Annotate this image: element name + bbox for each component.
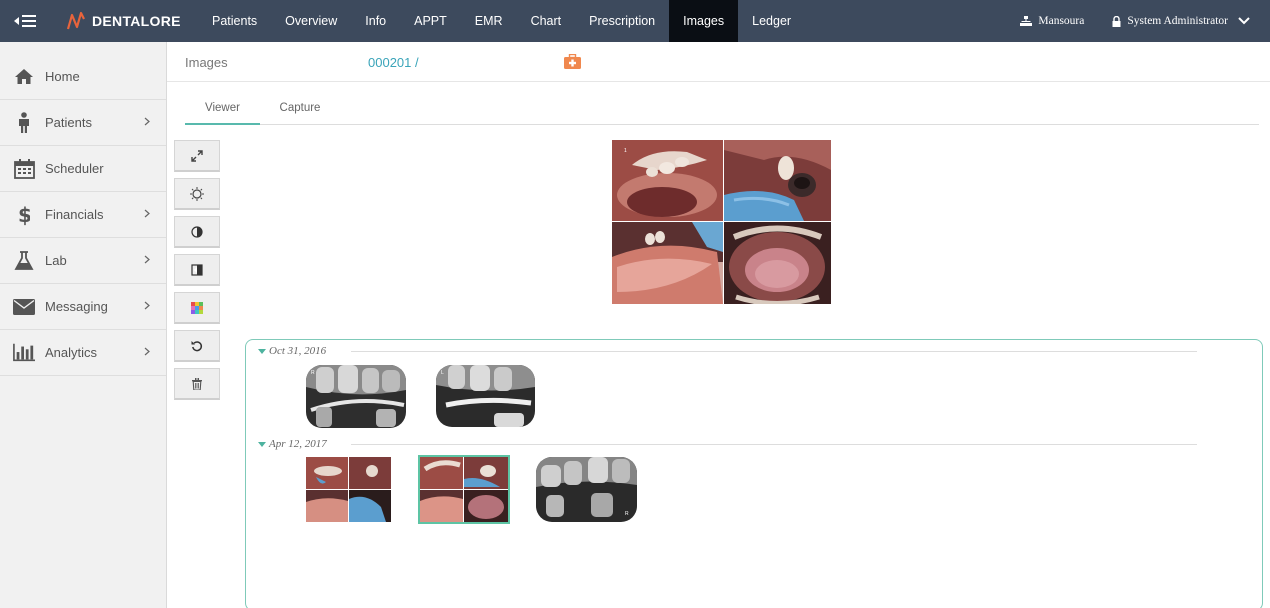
gallery-group-header[interactable]: Apr 12, 2017 xyxy=(258,438,327,450)
gallery-group-date: Apr 12, 2017 xyxy=(269,438,327,450)
nav-tab-appt[interactable]: APPT xyxy=(400,0,461,42)
sidebar-item-label: Home xyxy=(45,69,80,84)
contrast-button[interactable] xyxy=(174,216,220,248)
image-tabs: Viewer Capture xyxy=(185,96,1259,125)
contrast-icon xyxy=(191,225,203,238)
tab-viewer[interactable]: Viewer xyxy=(185,96,260,125)
patient-name-redacted xyxy=(424,51,556,75)
sidebar-item-home[interactable]: Home xyxy=(0,54,166,100)
brightness-icon xyxy=(190,186,204,201)
svg-text:$: $ xyxy=(18,204,30,226)
reset-icon xyxy=(191,340,203,351)
sidebar-item-analytics[interactable]: Analytics xyxy=(0,330,166,376)
user-name: System Administrator xyxy=(1127,15,1228,27)
user-menu[interactable]: System Administrator xyxy=(1112,15,1250,27)
divider xyxy=(351,444,1197,445)
chevron-right-icon xyxy=(144,209,150,218)
invert-icon xyxy=(191,263,203,276)
sidebar-item-scheduler[interactable]: Scheduler xyxy=(0,146,166,192)
nav-tab-info[interactable]: Info xyxy=(351,0,400,42)
gallery-group-header[interactable]: Oct 31, 2016 xyxy=(258,345,326,357)
chevron-right-icon xyxy=(144,347,150,356)
top-bar: DENTALORE Patients Overview Info APPT EM… xyxy=(0,0,1270,42)
person-icon xyxy=(13,111,35,134)
invert-button[interactable] xyxy=(174,254,220,286)
xray-thumbnail[interactable]: R xyxy=(306,365,406,428)
medical-kit-icon[interactable] xyxy=(564,54,581,69)
main-nav: Patients Overview Info APPT EMR Chart Pr… xyxy=(198,0,805,42)
nav-tab-images[interactable]: Images xyxy=(669,0,739,42)
chevron-right-icon xyxy=(144,301,150,310)
divider xyxy=(351,351,1197,352)
intraoral-photo-1: 1 xyxy=(612,140,723,221)
home-icon xyxy=(13,66,35,88)
intraoral-photo-2 xyxy=(724,140,831,221)
chevron-down-icon xyxy=(1238,17,1250,25)
collapse-caret-icon xyxy=(258,348,266,354)
intraoral-photo-3 xyxy=(612,222,723,304)
svg-text:L: L xyxy=(441,370,444,376)
gallery-group-date: Oct 31, 2016 xyxy=(269,345,327,357)
sidebar-item-label: Messaging xyxy=(45,299,108,314)
app-brand: DENTALORE xyxy=(92,13,181,29)
xray-thumbnail[interactable]: R xyxy=(536,457,637,522)
logo-icon xyxy=(66,11,85,30)
svg-text:R: R xyxy=(311,370,315,376)
brightness-button[interactable] xyxy=(174,178,220,210)
sidebar-item-messaging[interactable]: Messaging xyxy=(0,284,166,330)
page-title: Images xyxy=(185,55,228,70)
flask-icon xyxy=(13,250,35,272)
color-palette-button[interactable] xyxy=(174,292,220,324)
delete-button[interactable] xyxy=(174,368,220,400)
nav-tab-emr[interactable]: EMR xyxy=(461,0,517,42)
sidebar-item-label: Lab xyxy=(45,253,67,268)
sidebar-item-label: Scheduler xyxy=(45,161,104,176)
sitemap-icon xyxy=(1020,15,1033,26)
page-header: Images 000201 / xyxy=(167,42,1270,82)
sidebar-item-patients[interactable]: Patients xyxy=(0,100,166,146)
nav-tab-ledger[interactable]: Ledger xyxy=(738,0,805,42)
tab-capture[interactable]: Capture xyxy=(265,96,335,125)
xray-thumbnail[interactable]: L xyxy=(436,365,535,427)
intraoral-photo-4 xyxy=(724,222,831,304)
menu-toggle-icon[interactable] xyxy=(14,12,38,30)
nav-tab-chart[interactable]: Chart xyxy=(517,0,576,42)
nav-tab-patients[interactable]: Patients xyxy=(198,0,271,42)
color-palette-icon xyxy=(191,301,203,314)
expand-button[interactable] xyxy=(174,140,220,172)
lock-icon xyxy=(1112,15,1121,27)
app-logo[interactable]: DENTALORE xyxy=(66,11,181,31)
intraoral-thumbnail[interactable] xyxy=(306,457,391,522)
calendar-icon xyxy=(13,158,35,180)
sidebar-item-label: Financials xyxy=(45,207,104,222)
bar-chart-icon xyxy=(13,342,35,364)
location-name: Mansoura xyxy=(1038,15,1085,27)
location-selector[interactable]: Mansoura xyxy=(1020,15,1084,27)
dollar-icon: $ xyxy=(13,204,35,226)
nav-tab-overview[interactable]: Overview xyxy=(271,0,351,42)
image-gallery: Oct 31, 2016 R L Apr 12, 2017 R xyxy=(245,339,1263,608)
user-area: Mansoura System Administrator xyxy=(992,0,1250,42)
sidebar-item-label: Analytics xyxy=(45,345,98,360)
sidebar-item-label: Patients xyxy=(45,115,92,130)
chevron-right-icon xyxy=(144,255,150,264)
envelope-icon xyxy=(13,296,35,318)
image-viewer[interactable]: 1 xyxy=(612,140,831,304)
collapse-caret-icon xyxy=(258,441,266,447)
sidebar-item-lab[interactable]: Lab xyxy=(0,238,166,284)
svg-text:R: R xyxy=(625,511,629,517)
svg-text:1: 1 xyxy=(624,148,627,154)
chevron-right-icon xyxy=(144,117,150,126)
trash-icon xyxy=(192,377,202,390)
sidebar-item-financials[interactable]: $ Financials xyxy=(0,192,166,238)
intraoral-thumbnail-selected[interactable] xyxy=(418,455,510,524)
nav-tab-prescription[interactable]: Prescription xyxy=(575,0,669,42)
patient-id-link[interactable]: 000201 / xyxy=(368,55,419,70)
reset-button[interactable] xyxy=(174,330,220,362)
expand-icon xyxy=(191,149,203,162)
sidebar: Home Patients Scheduler $ Financials Lab… xyxy=(0,42,167,608)
